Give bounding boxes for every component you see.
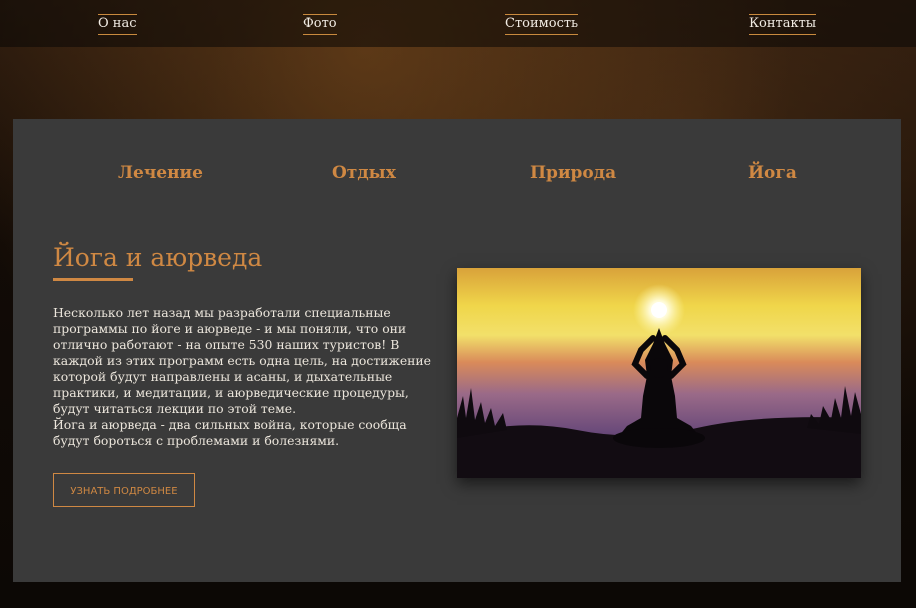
nav-link-photo[interactable]: Фото bbox=[303, 14, 337, 35]
nav-link-price[interactable]: Стоимость bbox=[505, 14, 579, 35]
description-paragraph: Йога и аюрведа - два сильных война, кото… bbox=[53, 417, 407, 448]
top-navigation: О нас Фото Стоимость Контакты bbox=[0, 0, 916, 47]
content-panel: Лечение Отдых Природа Йога Йога и аюрвед… bbox=[13, 119, 901, 582]
tab-yoga[interactable]: Йога bbox=[748, 162, 797, 184]
yoga-silhouette-icon bbox=[457, 268, 861, 478]
title-underline bbox=[53, 278, 133, 281]
tab-rest[interactable]: Отдых bbox=[332, 162, 396, 184]
tab-treatment[interactable]: Лечение bbox=[118, 162, 203, 184]
tab-nature[interactable]: Природа bbox=[530, 162, 616, 184]
nav-link-about[interactable]: О нас bbox=[98, 14, 137, 35]
description-paragraph: Несколько лет назад мы разработали специ… bbox=[53, 305, 432, 416]
nav-link-contacts[interactable]: Контакты bbox=[749, 14, 817, 35]
section-title: Йога и аюрведа bbox=[53, 243, 263, 272]
learn-more-button[interactable]: УЗНАТЬ ПОДРОБНЕЕ bbox=[53, 473, 195, 507]
section-description: Несколько лет назад мы разработали специ… bbox=[53, 305, 438, 449]
yoga-sunset-photo bbox=[457, 268, 861, 478]
